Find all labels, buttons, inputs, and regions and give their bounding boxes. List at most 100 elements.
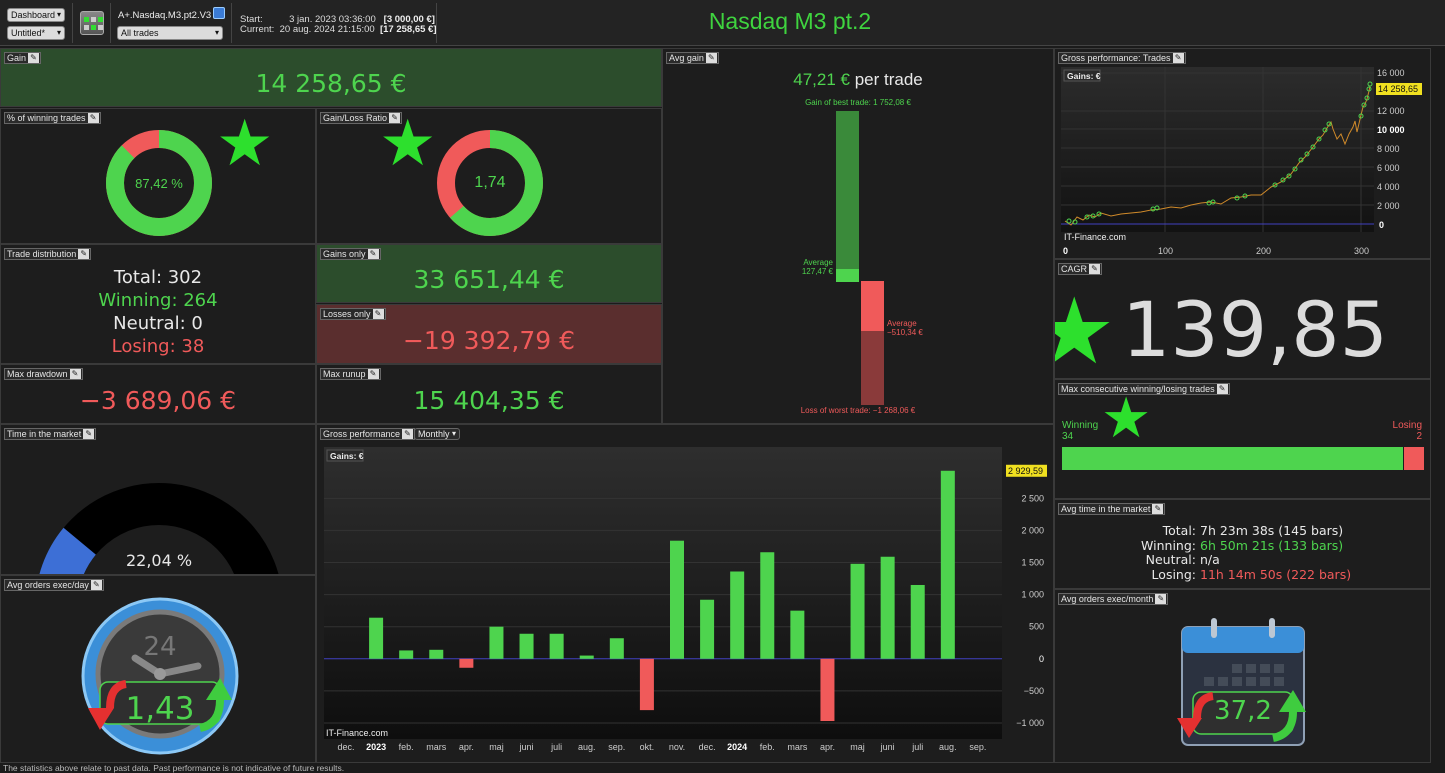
view-select[interactable]: Dashboard ▾ (7, 8, 65, 22)
panel-title[interactable]: Avg time in the market ✎ (1058, 503, 1166, 515)
plot-area (324, 447, 1002, 739)
wrench-icon[interactable]: ✎ (1155, 594, 1167, 604)
plot-area (1061, 67, 1374, 232)
wrench-icon[interactable]: ✎ (1172, 53, 1184, 63)
period-select[interactable]: Monthly ▾ (414, 428, 460, 440)
y-tick-label: 500 (1029, 622, 1044, 632)
panel-title-label: Avg orders exec/day (7, 580, 89, 590)
clock-label: 24 (143, 632, 176, 662)
y-tick-label: 1 500 (1021, 558, 1044, 568)
legend-label: Gains: € (1067, 71, 1101, 81)
streak-win-fill (1062, 447, 1404, 470)
edit-icon[interactable] (213, 7, 225, 19)
consecutive-panel: Max consecutive winning/losing trades ✎ W… (1054, 379, 1431, 499)
wrench-icon[interactable]: ✎ (705, 53, 717, 63)
wrench-icon[interactable]: ✎ (83, 429, 95, 439)
panel-title[interactable]: Avg gain ✎ (666, 52, 719, 64)
panel-title[interactable]: Gross performance: Trades ✎ (1058, 52, 1186, 64)
wrench-icon[interactable]: ✎ (367, 249, 379, 259)
panel-title[interactable]: Gain ✎ (4, 52, 42, 64)
orders-month-value: 37,2 (1214, 696, 1272, 726)
panel-title[interactable]: Avg orders exec/day ✎ (4, 579, 104, 591)
avg-time-row-value: n/a (1200, 552, 1220, 567)
x-tick-label: dec. (337, 742, 354, 752)
panel-title[interactable]: Max runup ✎ (320, 368, 381, 380)
losing-trades: Losing: 38 (111, 336, 205, 357)
y-tick: 8 000 (1377, 144, 1400, 154)
current-date: 20 aug. 2024 21:15:00 (279, 24, 375, 35)
panel-title-label: Avg gain (669, 53, 704, 63)
clock-icon: 24 (81, 597, 239, 755)
panel-title[interactable]: Avg orders exec/month ✎ (1058, 593, 1169, 605)
panel-title[interactable]: CAGR ✎ (1058, 263, 1103, 275)
panel-title[interactable]: Trade distribution ✎ (4, 248, 92, 260)
y-tick-label: 0 (1039, 654, 1044, 664)
gains-only-value: 33 651,44 € (413, 265, 565, 294)
wrench-icon[interactable]: ✎ (78, 249, 90, 259)
panel-title[interactable]: Gross performance ✎ (320, 428, 416, 440)
avg-gain-value: 47,21 € (793, 70, 850, 89)
chevron-down-icon: ▾ (214, 28, 219, 37)
wrench-icon[interactable]: ✎ (90, 580, 102, 590)
wrench-icon[interactable]: ✎ (372, 309, 384, 319)
x-tick-label: 2024 (727, 742, 747, 752)
y-tick-label: 1 000 (1021, 590, 1044, 600)
wrench-icon[interactable]: ✎ (1216, 384, 1228, 394)
x-tick-label: 2023 (366, 742, 386, 752)
y-tick: 4 000 (1377, 182, 1400, 192)
strategy-name: A+.Nasdaq.M3.pt2.V3 (118, 10, 212, 21)
wrench-icon[interactable]: ✎ (1152, 504, 1164, 514)
wrench-icon[interactable]: ✎ (28, 53, 40, 63)
star-icon: ★ (1101, 386, 1152, 449)
avg-gain-suffix: per trade (854, 70, 923, 89)
panel-title[interactable]: % of winning trades ✎ (4, 112, 101, 124)
gain-value: 14 258,65 € (255, 69, 407, 98)
trades-filter-value: All trades (121, 28, 159, 38)
wrench-icon[interactable]: ✎ (87, 113, 99, 123)
panel-title-label: CAGR (1061, 264, 1088, 274)
avg-win-value: 127,47 € (801, 267, 833, 276)
losing-streak-title: Losing (1392, 420, 1422, 431)
max-drawdown-value: −3 689,06 € (79, 386, 237, 415)
losing-streak-value: 2 (1416, 431, 1422, 442)
panel-title[interactable]: Gains only ✎ (320, 248, 381, 260)
neutral-trades: Neutral: 0 (113, 313, 203, 334)
bar (639, 658, 654, 711)
trades-filter-select[interactable]: All trades ▾ (117, 26, 223, 40)
x-tick-label: mars (787, 742, 807, 752)
x-tick-label: juli (550, 742, 562, 752)
panel-title-label: Losses only (323, 309, 371, 319)
panel-title-label: Gains only (323, 249, 366, 259)
gains-only-panel: Gains only ✎ 33 651,44 € (316, 244, 662, 303)
disclaimer-footer: The statistics above relate to past data… (3, 763, 345, 773)
orders-day-value: 1,43 (125, 691, 195, 727)
x-tick: 200 (1256, 246, 1271, 256)
avg-time-row-value: 7h 23m 38s (145 bars) (1200, 523, 1344, 538)
x-tick-label: dec. (699, 742, 716, 752)
strategy-report-icon[interactable] (80, 11, 104, 35)
panel-title[interactable]: Losses only ✎ (320, 308, 386, 320)
wrench-icon[interactable]: ✎ (69, 369, 81, 379)
chevron-down-icon: ▾ (56, 28, 61, 37)
bar (760, 552, 775, 659)
wrench-icon[interactable]: ✎ (367, 369, 379, 379)
bar (700, 599, 715, 659)
x-axis: dec. 2023 feb. mars apr. maj juni juli aug. sep. o… (337, 742, 986, 752)
layout-select[interactable]: Untitled* ▾ (7, 26, 65, 40)
x-tick-label: okt. (640, 742, 655, 752)
winning-pct-value: 87,42 % (135, 176, 183, 191)
y-tick: 10 000 (1377, 125, 1405, 135)
avg-time-row: Total: 7h 23m 38s (145 bars) (1055, 523, 1430, 539)
bar (670, 540, 684, 659)
bar (429, 649, 444, 659)
toolbar-divider (436, 3, 437, 43)
x-tick-label: mars (426, 742, 446, 752)
panel-title[interactable]: Max drawdown ✎ (4, 368, 83, 380)
x-tick: 300 (1354, 246, 1369, 256)
panel-title[interactable]: Time in the market ✎ (4, 428, 97, 440)
wrench-icon[interactable]: ✎ (1089, 264, 1101, 274)
wrench-icon[interactable]: ✎ (402, 429, 414, 439)
bar (940, 470, 955, 659)
x-tick-label: apr. (459, 742, 474, 752)
star-icon: ★ (216, 108, 274, 179)
